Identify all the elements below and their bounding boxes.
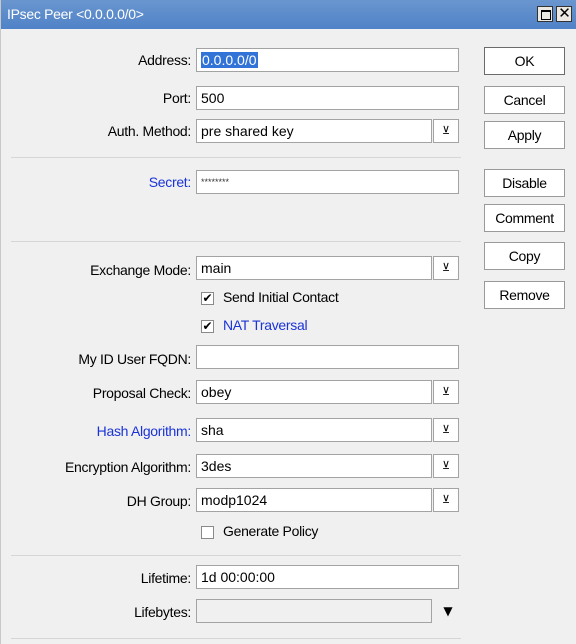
title-bar[interactable]: IPsec Peer <0.0.0.0/0> ✕	[1, 0, 576, 29]
send-initial-contact-label: Send Initial Contact	[223, 289, 339, 305]
separator	[11, 241, 461, 242]
secret-label: Secret:	[148, 174, 192, 190]
address-label: Address:	[138, 52, 191, 68]
remove-button[interactable]: Remove	[484, 281, 565, 309]
exchange-mode-label: Exchange Mode:	[90, 262, 191, 278]
separator	[11, 638, 461, 639]
comment-button[interactable]: Comment	[484, 204, 565, 232]
auth-method-label: Auth. Method:	[107, 123, 192, 139]
proposal-check-dropdown-icon[interactable]: ⊻	[433, 380, 459, 404]
my-id-user-fqdn-input[interactable]	[196, 345, 459, 369]
dh-group-label: DH Group:	[126, 493, 192, 509]
auth-method-dropdown-icon[interactable]: ⊻	[433, 119, 459, 143]
disable-button[interactable]: Disable	[484, 169, 565, 197]
secret-input[interactable]: ********	[196, 170, 459, 194]
cancel-button[interactable]: Cancel	[484, 86, 565, 114]
separator	[11, 555, 461, 556]
exchange-mode-select[interactable]: main	[196, 256, 432, 280]
maximize-icon[interactable]	[537, 6, 553, 22]
lifebytes-dropdown-arrow-icon[interactable]: ▼	[438, 601, 458, 621]
checkbox-box	[201, 526, 214, 539]
dh-group-select[interactable]: modp1024	[196, 488, 432, 512]
close-icon[interactable]: ✕	[556, 4, 572, 22]
my-id-user-fqdn-label: My ID User FQDN:	[78, 351, 191, 367]
hash-algorithm-dropdown-icon[interactable]: ⊻	[433, 418, 459, 442]
apply-button[interactable]: Apply	[484, 121, 565, 149]
nat-traversal-label: NAT Traversal	[223, 317, 308, 333]
lifetime-label: Lifetime:	[140, 570, 192, 586]
proposal-check-select[interactable]: obey	[196, 380, 432, 404]
ipsec-peer-window: IPsec Peer <0.0.0.0/0> ✕ Address: 0.0.0.…	[0, 0, 576, 644]
proposal-check-label: Proposal Check:	[92, 385, 192, 401]
ok-button[interactable]: OK	[484, 47, 565, 75]
copy-button[interactable]: Copy	[484, 242, 565, 270]
window-title: IPsec Peer <0.0.0.0/0>	[7, 6, 144, 22]
dh-group-dropdown-icon[interactable]: ⊻	[433, 488, 459, 512]
hash-algorithm-label: Hash Algorithm:	[96, 423, 192, 439]
check-icon: ✔	[201, 319, 214, 333]
lifebytes-label: Lifebytes:	[134, 604, 191, 620]
separator	[11, 157, 461, 158]
lifetime-input[interactable]: 1d 00:00:00	[196, 565, 459, 589]
encryption-algorithm-select[interactable]: 3des	[196, 454, 432, 478]
hash-algorithm-select[interactable]: sha	[196, 418, 432, 442]
port-input[interactable]: 500	[196, 86, 459, 110]
encryption-algorithm-label: Encryption Algorithm:	[65, 459, 191, 475]
auth-method-select[interactable]: pre shared key	[196, 119, 432, 143]
check-icon: ✔	[201, 291, 214, 305]
generate-policy-label: Generate Policy	[223, 523, 319, 539]
address-input[interactable]: 0.0.0.0/0	[196, 48, 459, 72]
exchange-mode-dropdown-icon[interactable]: ⊻	[433, 256, 459, 280]
port-label: Port:	[162, 90, 191, 106]
lifebytes-input[interactable]	[196, 599, 432, 623]
encryption-algorithm-dropdown-icon[interactable]: ⊻	[433, 454, 459, 478]
